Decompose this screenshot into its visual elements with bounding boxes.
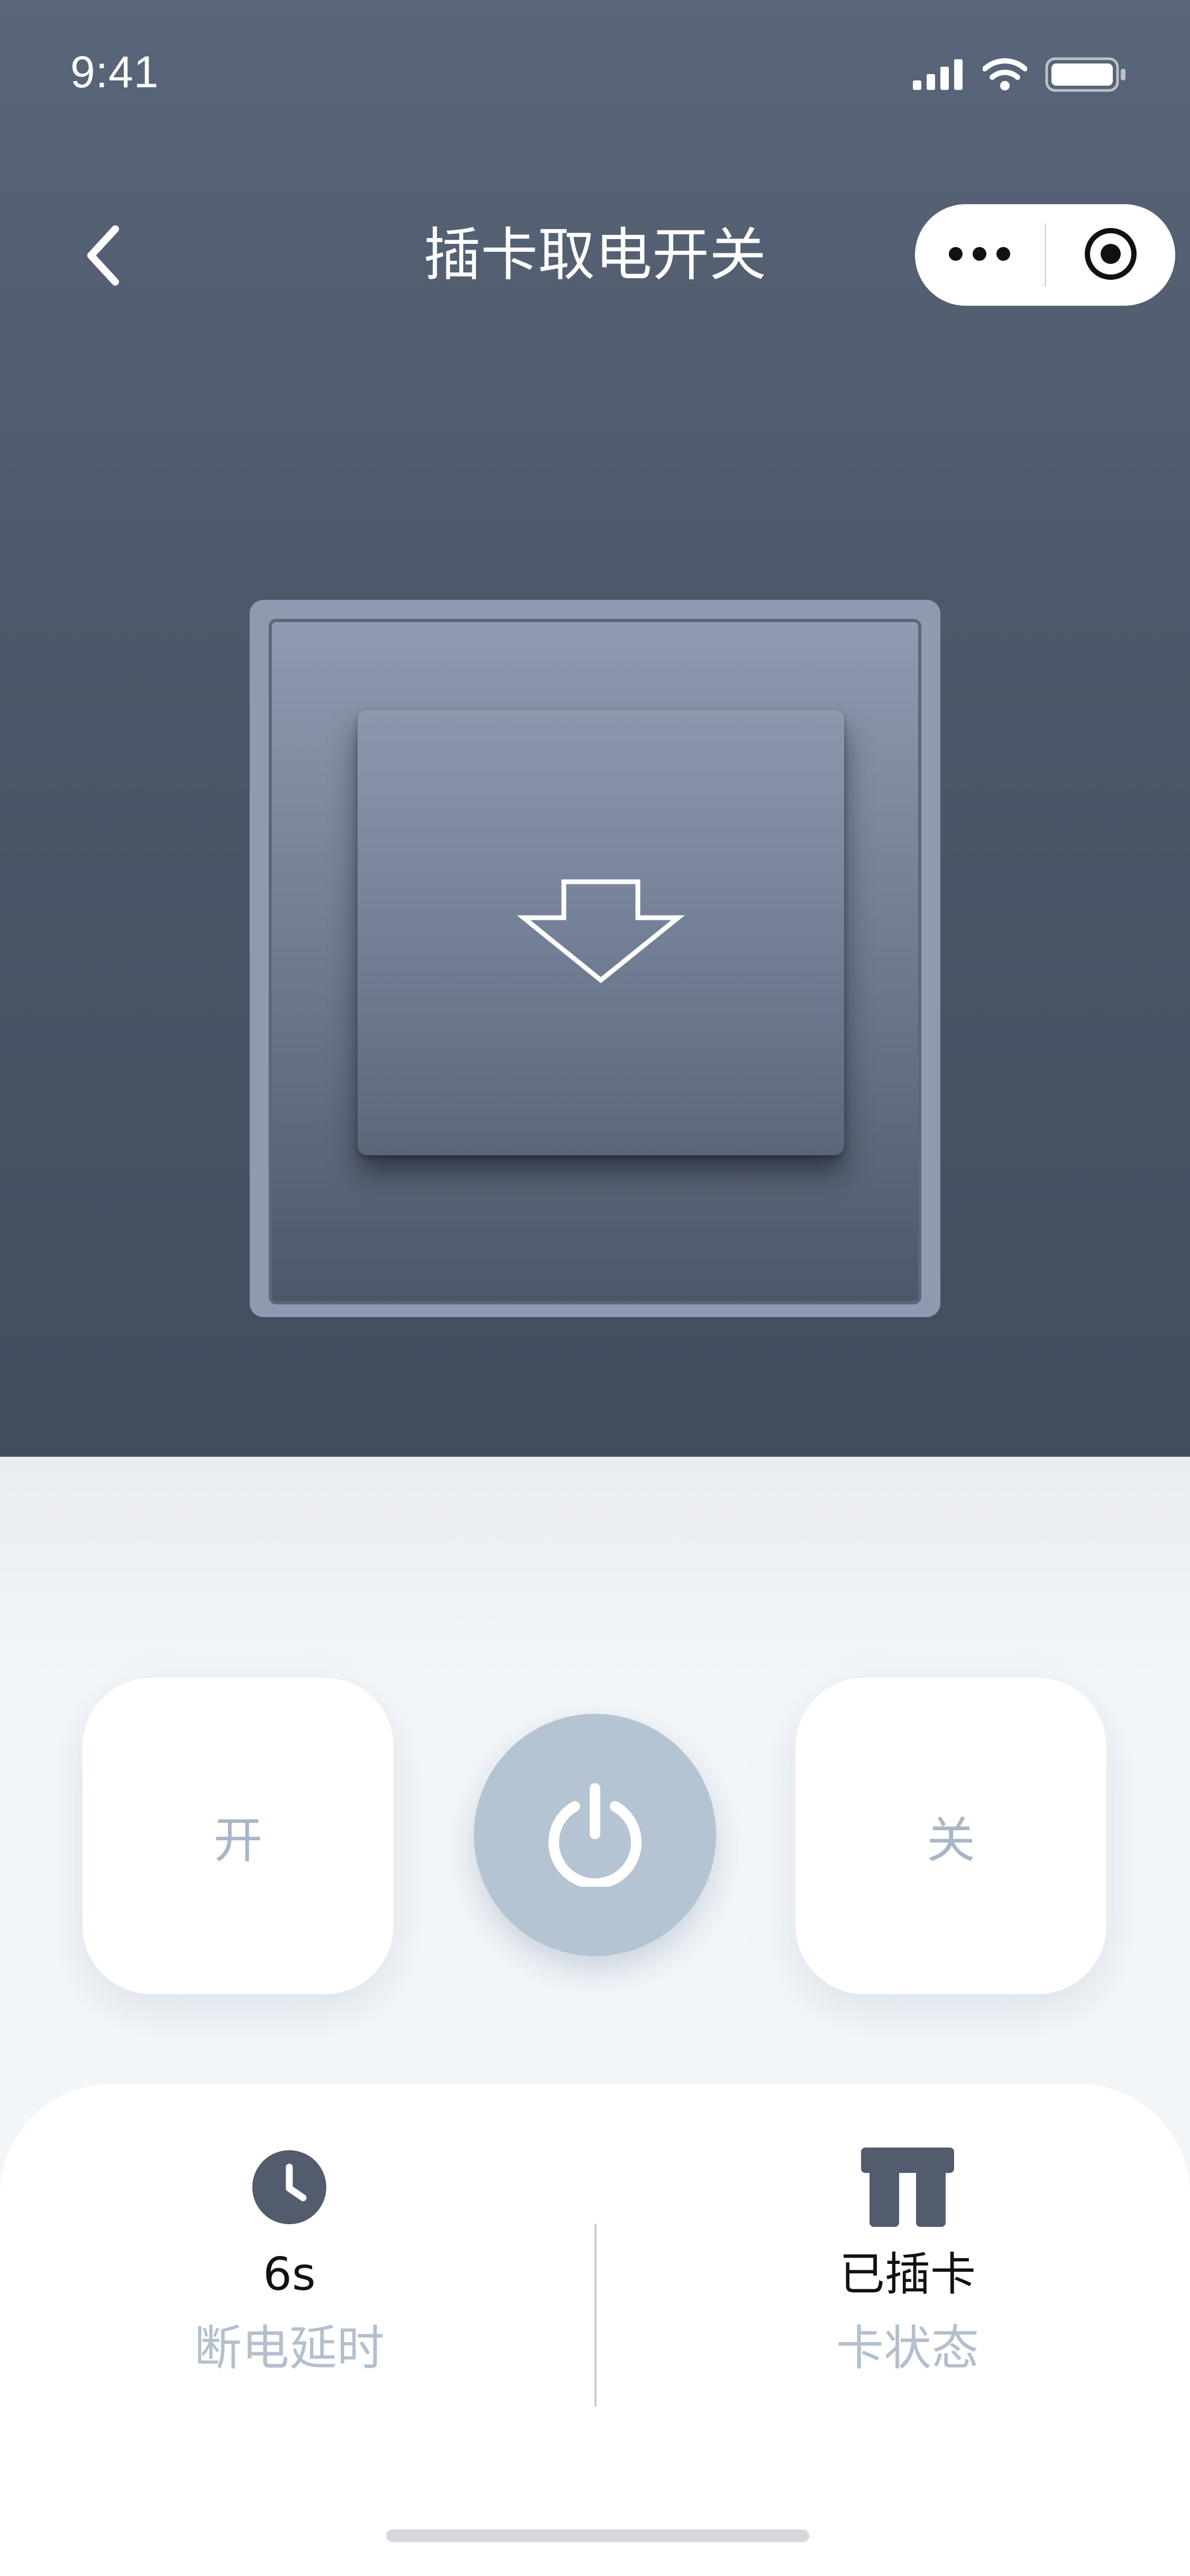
more-dots-icon xyxy=(948,246,1011,264)
status-icons xyxy=(913,57,1127,94)
delay-info: 6s 断电延时 xyxy=(104,2148,474,2380)
card-icon xyxy=(861,2148,954,2227)
mini-program-capsule xyxy=(915,204,1175,306)
clock-icon xyxy=(251,2148,327,2227)
info-divider xyxy=(594,2224,597,2407)
target-circle-icon xyxy=(1083,226,1138,284)
power-toggle-button[interactable] xyxy=(474,1714,716,1956)
battery-icon xyxy=(1045,57,1127,94)
status-time: 9:41 xyxy=(70,47,159,97)
delay-label: 断电延时 xyxy=(194,2321,385,2376)
power-on-button[interactable]: 开 xyxy=(83,1678,393,1994)
wifi-icon xyxy=(982,58,1028,93)
power-off-button[interactable]: 关 xyxy=(795,1678,1106,1994)
more-button[interactable] xyxy=(915,204,1045,306)
card-status-info: 已插卡 卡状态 xyxy=(722,2148,1093,2380)
card-status-value: 已插卡 xyxy=(839,2248,976,2301)
arrow-down-icon xyxy=(516,879,685,986)
power-on-label: 开 xyxy=(213,1812,262,1869)
delay-value: 6s xyxy=(263,2248,316,2301)
home-indicator[interactable] xyxy=(386,2529,809,2542)
signal-icon xyxy=(913,59,965,92)
close-miniprogram-button[interactable] xyxy=(1046,204,1176,306)
power-icon xyxy=(542,1781,648,1889)
power-off-label: 关 xyxy=(926,1812,975,1869)
card-status-label: 卡状态 xyxy=(836,2321,979,2376)
card-slot-button[interactable] xyxy=(358,710,844,1155)
